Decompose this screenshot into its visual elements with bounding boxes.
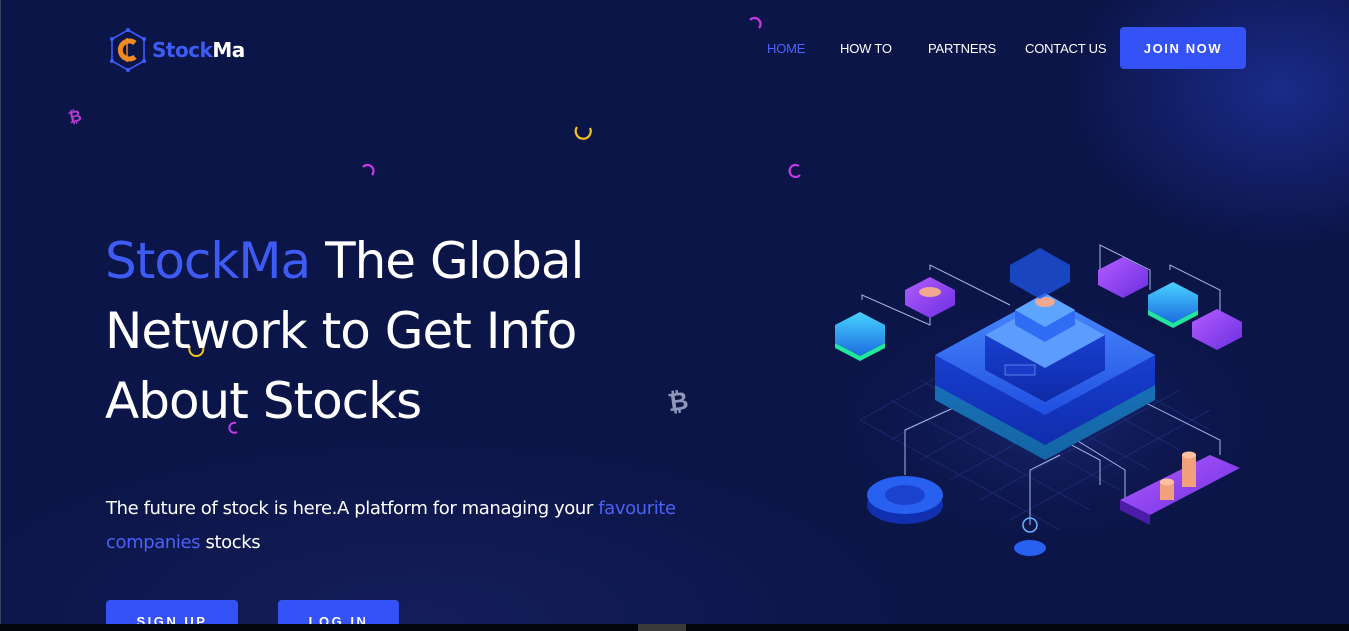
nav-item-home[interactable]: HOME <box>767 41 805 56</box>
nav-item-how-to[interactable]: HOW TO <box>840 41 892 56</box>
crescent-icon <box>574 126 592 140</box>
join-now-button[interactable]: JOIN NOW <box>1120 27 1246 69</box>
hero-subtitle-part2: stocks <box>200 532 261 553</box>
landing-page: ₿ ₿ StockMa HOME HOW TO PARTNERS CONTACT… <box>0 0 1349 631</box>
brand-name: StockMa <box>152 38 245 62</box>
brand-name-part2: Ma <box>212 38 245 62</box>
hero-title-line1: The Global <box>310 232 584 290</box>
nav-item-partners[interactable]: PARTNERS <box>928 41 996 56</box>
crescent-icon <box>788 163 801 178</box>
hero-subtitle-part1: The future of stock is here.A platform f… <box>106 498 599 519</box>
hero-title-line3: About Stocks <box>105 372 422 430</box>
hero-subtitle: The future of stock is here.A platform f… <box>106 492 726 560</box>
hero-title-brand: StockMa <box>105 232 311 290</box>
bitcoin-icon: ₿ <box>66 108 84 126</box>
crescent-icon <box>362 163 375 176</box>
hero-title: StockMa The Global Network to Get Info Abo… <box>105 226 725 436</box>
isometric-blockchain-network-illustration <box>820 244 1270 556</box>
hero-title-line2: Network to Get Info <box>105 302 577 360</box>
nav-item-contact-us[interactable]: CONTACT US <box>1025 41 1107 56</box>
brand-logo[interactable]: StockMa <box>106 26 245 74</box>
svg-text:₿: ₿ <box>66 108 84 126</box>
hexagon-circuit-coin-icon <box>110 28 146 72</box>
brand-name-part1: Stock <box>152 38 213 62</box>
scrollbar-thumb[interactable] <box>638 624 686 631</box>
window-edge <box>0 0 1 631</box>
crescent-icon <box>749 16 762 29</box>
